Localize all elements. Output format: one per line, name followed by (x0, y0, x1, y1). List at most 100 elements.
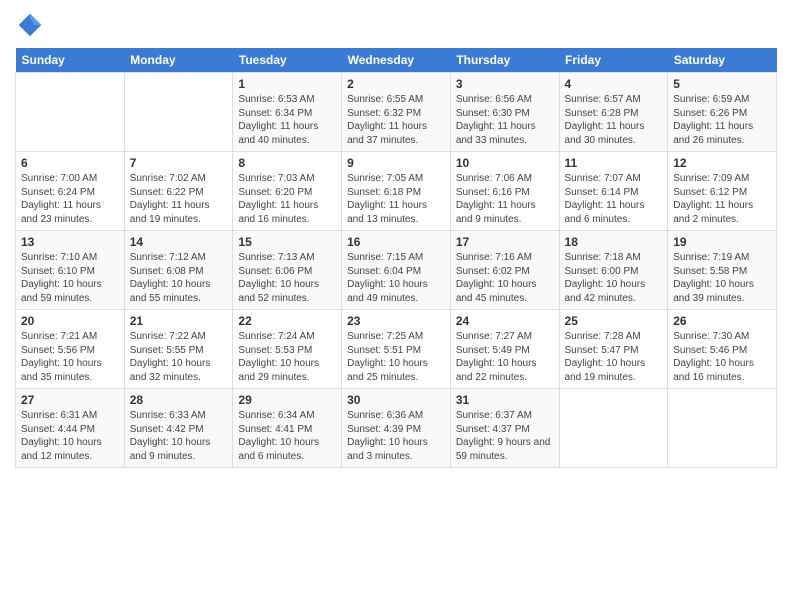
weekday-header-tuesday: Tuesday (233, 48, 342, 73)
weekday-header-saturday: Saturday (668, 48, 777, 73)
weekday-header-thursday: Thursday (450, 48, 559, 73)
weekday-header-wednesday: Wednesday (342, 48, 451, 73)
calendar-cell: 10 Sunrise: 7:06 AM Sunset: 6:16 PM Dayli… (450, 152, 559, 231)
day-number: 3 (456, 77, 554, 91)
calendar-cell: 11 Sunrise: 7:07 AM Sunset: 6:14 PM Dayli… (559, 152, 668, 231)
day-number: 6 (21, 156, 119, 170)
day-number: 1 (238, 77, 336, 91)
day-content: Sunrise: 7:24 AM Sunset: 5:53 PM Dayligh… (238, 331, 319, 383)
day-content: Sunrise: 6:59 AM Sunset: 6:26 PM Dayligh… (673, 94, 753, 146)
calendar-cell (668, 389, 777, 468)
day-content: Sunrise: 7:07 AM Sunset: 6:14 PM Dayligh… (565, 173, 645, 225)
calendar-cell: 8 Sunrise: 7:03 AM Sunset: 6:20 PM Daylig… (233, 152, 342, 231)
page-container: SundayMondayTuesdayWednesdayThursdayFrid… (0, 0, 792, 478)
weekday-header-friday: Friday (559, 48, 668, 73)
calendar-cell: 21Sunrise: 7:22 AM Sunset: 5:55 PM Dayli… (124, 310, 233, 389)
calendar-week-5: 27 Sunrise: 6:31 AM Sunset: 4:44 PM Dayli… (16, 389, 777, 468)
calendar-cell (16, 73, 125, 152)
day-number: 29 (238, 393, 336, 407)
calendar-cell: 4Sunrise: 6:57 AM Sunset: 6:28 PM Daylig… (559, 73, 668, 152)
day-number: 4 (565, 77, 663, 91)
day-content: Sunrise: 7:03 AM Sunset: 6:20 PM Dayligh… (238, 173, 318, 225)
day-content: Sunrise: 7:16 AM Sunset: 6:02 PM Dayligh… (456, 252, 537, 304)
day-content: Sunrise: 7:05 AM Sunset: 6:18 PM Dayligh… (347, 173, 427, 225)
day-content: Sunrise: 7:00 AM Sunset: 6:24 PM Dayligh… (21, 173, 101, 225)
day-content: Sunrise: 6:34 AM Sunset: 4:41 PM Dayligh… (238, 410, 319, 462)
calendar-cell: 14Sunrise: 7:12 AM Sunset: 6:08 PM Dayli… (124, 231, 233, 310)
day-number: 12 (673, 156, 771, 170)
day-number: 18 (565, 235, 663, 249)
calendar-cell: 18 Sunrise: 7:18 AM Sunset: 6:00 PM Dayli… (559, 231, 668, 310)
day-content: Sunrise: 6:36 AM Sunset: 4:39 PM Dayligh… (347, 410, 428, 462)
day-number: 5 (673, 77, 771, 91)
calendar-cell: 22Sunrise: 7:24 AM Sunset: 5:53 PM Dayli… (233, 310, 342, 389)
calendar-cell: 28Sunrise: 6:33 AM Sunset: 4:42 PM Dayli… (124, 389, 233, 468)
calendar-week-1: 1 Sunrise: 6:53 AM Sunset: 6:34 PM Daylig… (16, 73, 777, 152)
calendar-cell: 27 Sunrise: 6:31 AM Sunset: 4:44 PM Dayli… (16, 389, 125, 468)
logo-icon (15, 10, 45, 40)
calendar-cell: 23 Sunrise: 7:25 AM Sunset: 5:51 PM Dayli… (342, 310, 451, 389)
day-content: Sunrise: 6:56 AM Sunset: 6:30 PM Dayligh… (456, 94, 536, 146)
day-content: Sunrise: 7:15 AM Sunset: 6:04 PM Dayligh… (347, 252, 428, 304)
calendar-cell: 16 Sunrise: 7:15 AM Sunset: 6:04 PM Dayli… (342, 231, 451, 310)
day-content: Sunrise: 7:13 AM Sunset: 6:06 PM Dayligh… (238, 252, 319, 304)
calendar-cell: 7Sunrise: 7:02 AM Sunset: 6:22 PM Daylig… (124, 152, 233, 231)
calendar-cell: 29 Sunrise: 6:34 AM Sunset: 4:41 PM Dayli… (233, 389, 342, 468)
day-number: 23 (347, 314, 445, 328)
calendar-week-3: 13 Sunrise: 7:10 AM Sunset: 6:10 PM Dayli… (16, 231, 777, 310)
day-number: 8 (238, 156, 336, 170)
day-number: 2 (347, 77, 445, 91)
day-content: Sunrise: 7:27 AM Sunset: 5:49 PM Dayligh… (456, 331, 537, 383)
calendar-cell: 19 Sunrise: 7:19 AM Sunset: 5:58 PM Dayli… (668, 231, 777, 310)
calendar-cell: 9 Sunrise: 7:05 AM Sunset: 6:18 PM Daylig… (342, 152, 451, 231)
day-number: 11 (565, 156, 663, 170)
day-number: 30 (347, 393, 445, 407)
day-content: Sunrise: 7:25 AM Sunset: 5:51 PM Dayligh… (347, 331, 428, 383)
calendar-week-4: 20 Sunrise: 7:21 AM Sunset: 5:56 PM Dayli… (16, 310, 777, 389)
day-number: 9 (347, 156, 445, 170)
day-content: Sunrise: 7:09 AM Sunset: 6:12 PM Dayligh… (673, 173, 753, 225)
calendar-cell: 26Sunrise: 7:30 AM Sunset: 5:46 PM Dayli… (668, 310, 777, 389)
day-number: 31 (456, 393, 554, 407)
day-number: 27 (21, 393, 119, 407)
calendar-cell: 3 Sunrise: 6:56 AM Sunset: 6:30 PM Daylig… (450, 73, 559, 152)
calendar-cell: 1 Sunrise: 6:53 AM Sunset: 6:34 PM Daylig… (233, 73, 342, 152)
day-content: Sunrise: 6:33 AM Sunset: 4:42 PM Dayligh… (130, 410, 211, 462)
day-number: 17 (456, 235, 554, 249)
calendar-cell: 25 Sunrise: 7:28 AM Sunset: 5:47 PM Dayli… (559, 310, 668, 389)
day-content: Sunrise: 7:30 AM Sunset: 5:46 PM Dayligh… (673, 331, 754, 383)
weekday-header-monday: Monday (124, 48, 233, 73)
logo (15, 10, 49, 40)
day-content: Sunrise: 7:21 AM Sunset: 5:56 PM Dayligh… (21, 331, 102, 383)
calendar-cell: 17 Sunrise: 7:16 AM Sunset: 6:02 PM Dayli… (450, 231, 559, 310)
day-content: Sunrise: 7:18 AM Sunset: 6:00 PM Dayligh… (565, 252, 646, 304)
weekday-header-sunday: Sunday (16, 48, 125, 73)
day-number: 16 (347, 235, 445, 249)
day-content: Sunrise: 7:19 AM Sunset: 5:58 PM Dayligh… (673, 252, 754, 304)
day-content: Sunrise: 7:28 AM Sunset: 5:47 PM Dayligh… (565, 331, 646, 383)
calendar-cell: 31Sunrise: 6:37 AM Sunset: 4:37 PM Dayli… (450, 389, 559, 468)
day-content: Sunrise: 7:06 AM Sunset: 6:16 PM Dayligh… (456, 173, 536, 225)
day-number: 14 (130, 235, 228, 249)
calendar-cell: 13 Sunrise: 7:10 AM Sunset: 6:10 PM Dayli… (16, 231, 125, 310)
day-content: Sunrise: 7:02 AM Sunset: 6:22 PM Dayligh… (130, 173, 210, 225)
day-number: 19 (673, 235, 771, 249)
calendar-cell: 24 Sunrise: 7:27 AM Sunset: 5:49 PM Dayli… (450, 310, 559, 389)
day-content: Sunrise: 6:53 AM Sunset: 6:34 PM Dayligh… (238, 94, 318, 146)
calendar-cell: 6 Sunrise: 7:00 AM Sunset: 6:24 PM Daylig… (16, 152, 125, 231)
calendar-cell: 12 Sunrise: 7:09 AM Sunset: 6:12 PM Dayli… (668, 152, 777, 231)
calendar-table: SundayMondayTuesdayWednesdayThursdayFrid… (15, 48, 777, 468)
day-number: 25 (565, 314, 663, 328)
calendar-cell: 2Sunrise: 6:55 AM Sunset: 6:32 PM Daylig… (342, 73, 451, 152)
day-content: Sunrise: 6:31 AM Sunset: 4:44 PM Dayligh… (21, 410, 102, 462)
day-number: 13 (21, 235, 119, 249)
calendar-cell: 15Sunrise: 7:13 AM Sunset: 6:06 PM Dayli… (233, 231, 342, 310)
header (15, 10, 777, 40)
day-number: 10 (456, 156, 554, 170)
day-number: 20 (21, 314, 119, 328)
day-content: Sunrise: 7:22 AM Sunset: 5:55 PM Dayligh… (130, 331, 211, 383)
day-number: 24 (456, 314, 554, 328)
day-content: Sunrise: 7:10 AM Sunset: 6:10 PM Dayligh… (21, 252, 102, 304)
calendar-body: 1 Sunrise: 6:53 AM Sunset: 6:34 PM Daylig… (16, 73, 777, 468)
calendar-cell (124, 73, 233, 152)
